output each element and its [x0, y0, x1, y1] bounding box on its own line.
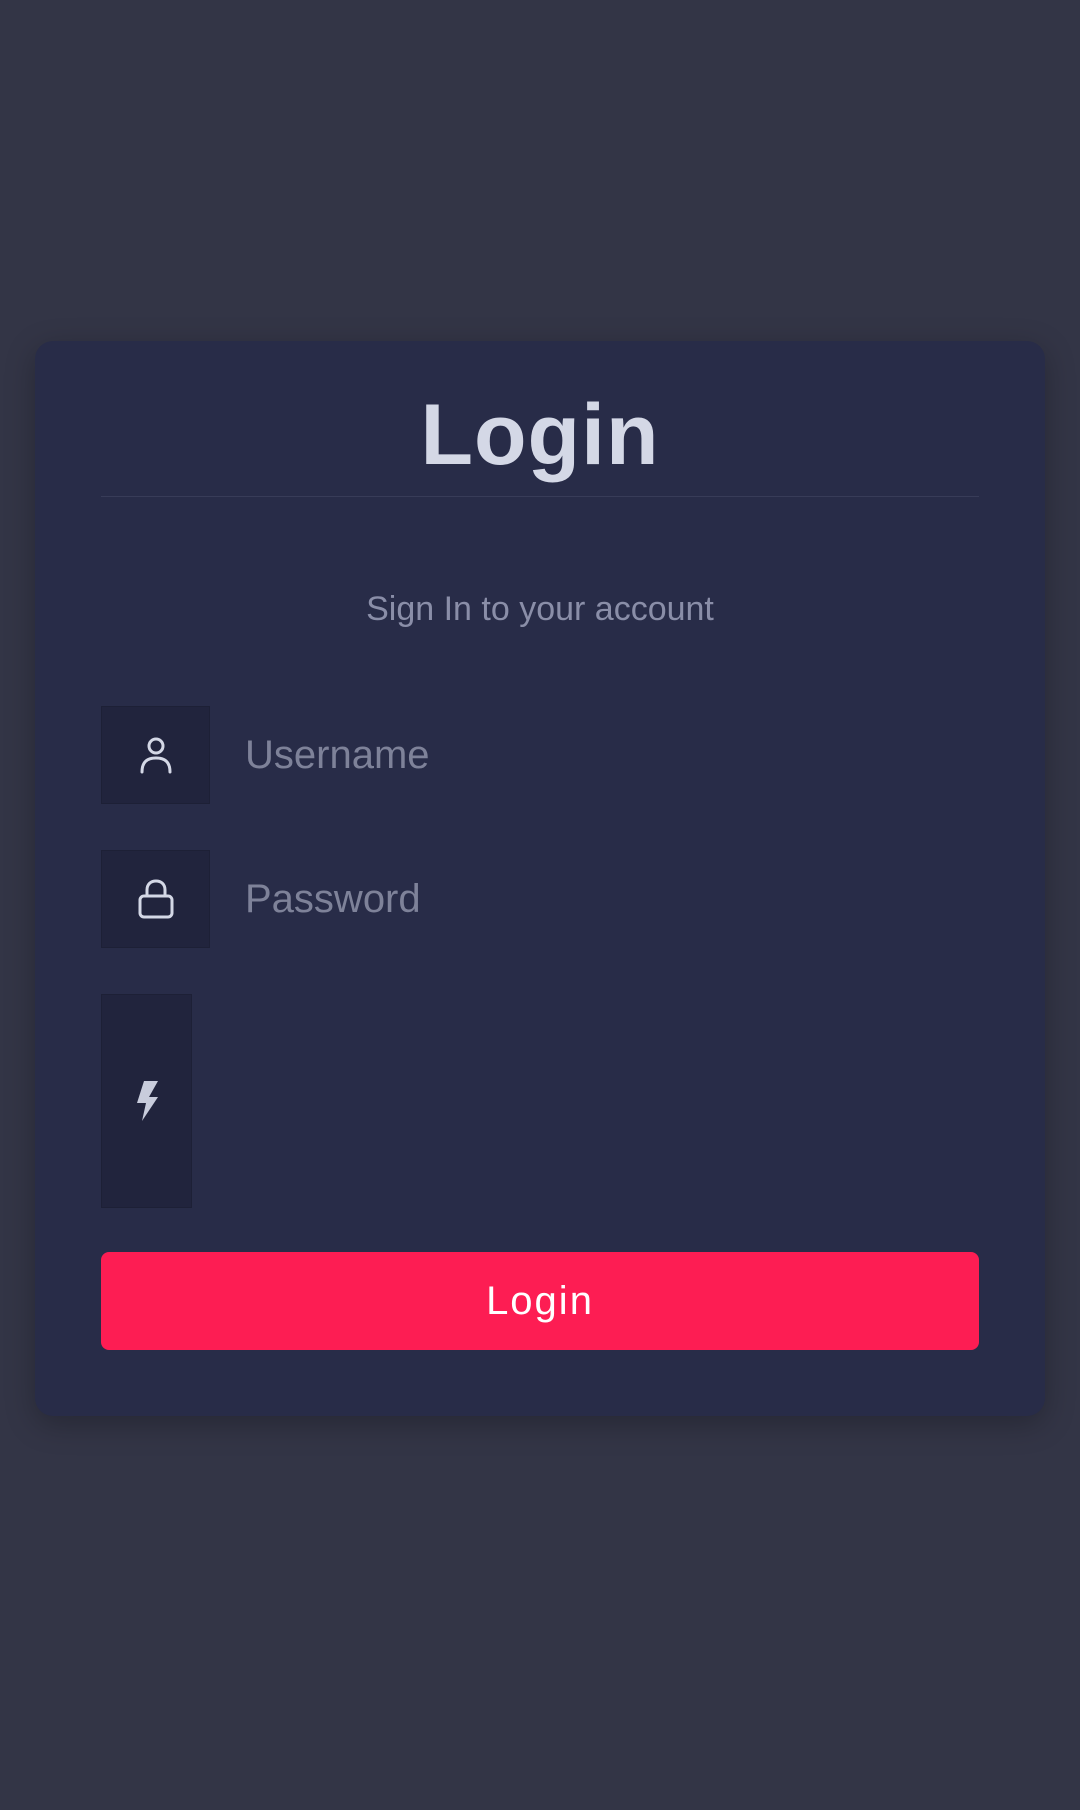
lock-icon [138, 879, 173, 919]
page-title: Login [420, 387, 660, 483]
title-divider [101, 496, 979, 497]
username-input[interactable] [210, 706, 980, 804]
bolt-icon [136, 1081, 158, 1121]
login-button[interactable]: Login [101, 1252, 979, 1350]
password-icon-box [101, 850, 210, 948]
captcha-area[interactable] [192, 994, 980, 1208]
captcha-icon-box [101, 994, 192, 1208]
login-subtitle: Sign In to your account [366, 590, 714, 628]
user-icon [140, 737, 171, 774]
password-input[interactable] [210, 850, 980, 948]
username-icon-box [101, 706, 210, 804]
